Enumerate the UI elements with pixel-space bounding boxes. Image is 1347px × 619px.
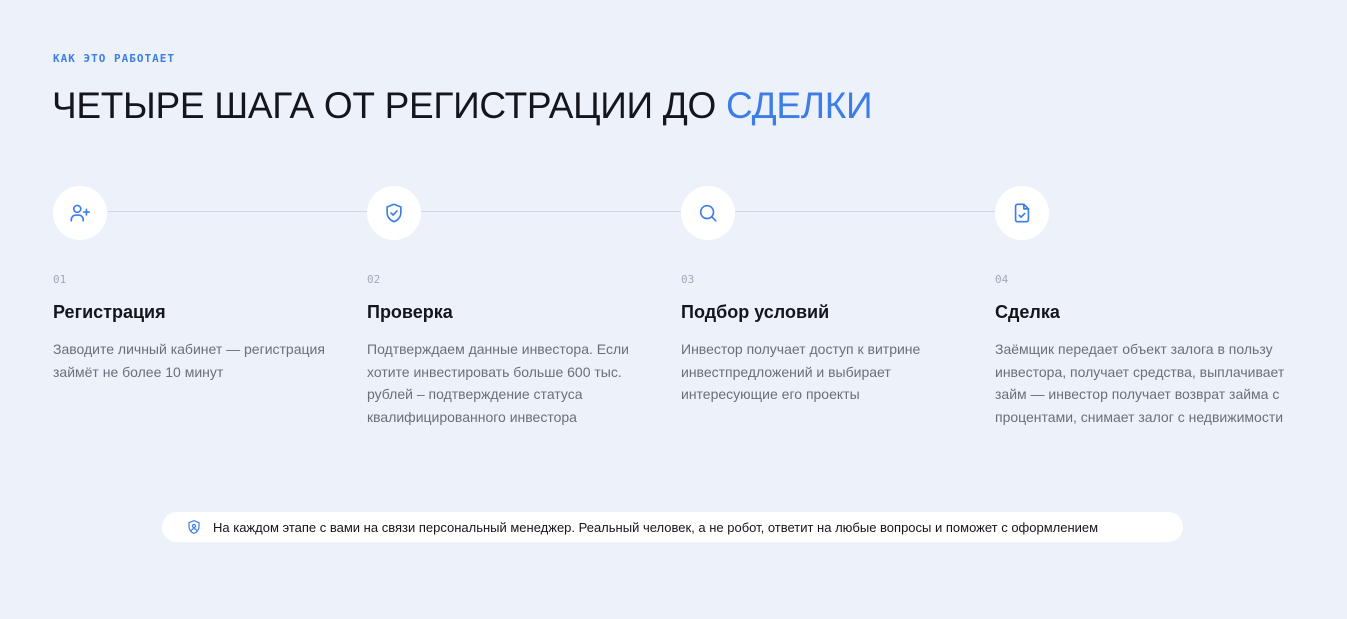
step-number: 02 xyxy=(367,273,381,286)
step-description: Подтверждаем данные инвестора. Если хоти… xyxy=(367,341,629,426)
section-title-main: ЧЕТЫРЕ ШАГА ОТ РЕГИСТРАЦИИ ДО xyxy=(52,85,727,126)
section-eyebrow: КАК ЭТО РАБОТАЕТ xyxy=(53,52,175,65)
step-title: Регистрация xyxy=(53,302,166,322)
step-description: Заводите личный кабинет — регистрация за… xyxy=(53,341,325,380)
step-description: Инвестор получает доступ к витрине инвес… xyxy=(681,341,921,403)
section-title-accent: СДЕЛКИ xyxy=(726,85,873,126)
manager-note: На каждом этапе с вами на связи персонал… xyxy=(162,512,1183,542)
step-title: Подбор условий xyxy=(681,302,830,322)
timeline-connector xyxy=(108,211,1028,212)
section-title: ЧЕТЫРЕ ШАГА ОТ РЕГИСТРАЦИИ ДО СДЕЛКИ xyxy=(52,84,873,128)
step-number: 01 xyxy=(53,273,67,286)
step-description: Заёмщик передает объект залога в пользу … xyxy=(995,341,1285,426)
user-plus-icon xyxy=(53,186,107,240)
step-number: 03 xyxy=(681,273,695,286)
step-title: Сделка xyxy=(995,302,1060,322)
shield-user-icon xyxy=(186,519,202,535)
manager-note-text: На каждом этапе с вами на связи персонал… xyxy=(213,519,1099,535)
search-icon xyxy=(681,186,735,240)
file-check-icon xyxy=(995,186,1049,240)
step-title: Проверка xyxy=(367,302,453,322)
step-number: 04 xyxy=(995,273,1009,286)
shield-check-icon xyxy=(367,186,421,240)
